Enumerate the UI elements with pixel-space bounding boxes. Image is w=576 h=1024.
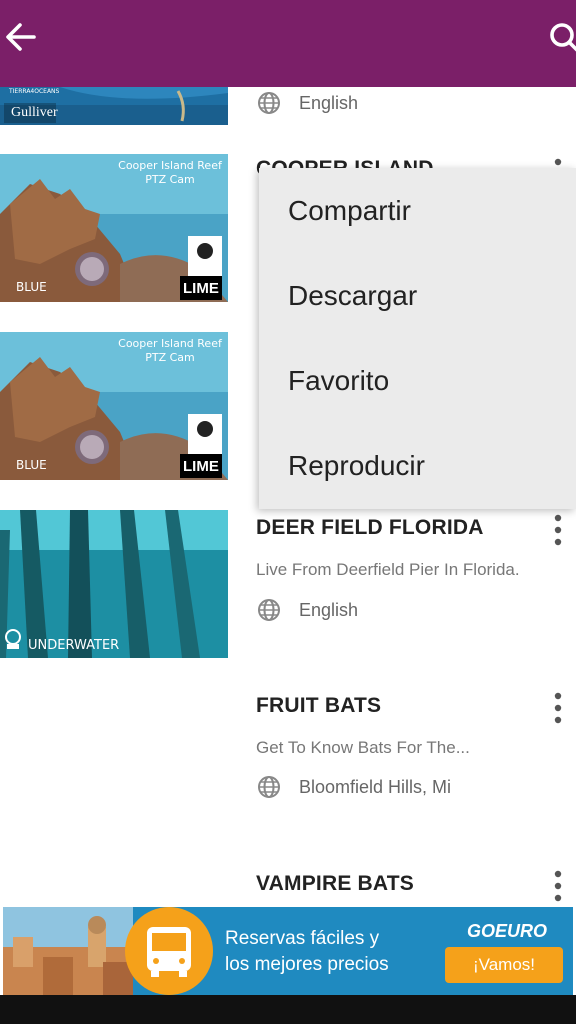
video-thumbnail[interactable]: UNDERWATER <box>0 510 228 658</box>
video-thumbnail[interactable]: Cooper Island Reef PTZ Cam BLUE LIME <box>0 154 228 302</box>
thumbnail-caption: Gulliver <box>11 105 58 120</box>
bus-icon <box>125 907 213 995</box>
thumbnail-brand: BLUE <box>16 458 47 472</box>
globe-icon <box>258 599 280 621</box>
thumbnail-caption: UNDERWATER <box>28 638 120 653</box>
globe-icon <box>258 92 280 114</box>
diver-icon <box>5 629 21 649</box>
menu-item-play[interactable]: Reproducir <box>259 423 576 508</box>
location-row: Bloomfield Hills, Mi <box>256 774 451 800</box>
ad-city-image <box>3 907 133 995</box>
video-description: Live From Deerfield Pier In Florida. <box>256 560 520 579</box>
menu-item-share[interactable]: Compartir <box>259 168 576 253</box>
globe-icon <box>258 776 280 798</box>
video-title[interactable]: VAMPIRE BATS <box>256 872 414 896</box>
location-text: Bloomfield Hills, Mi <box>299 776 452 797</box>
app-bar <box>0 0 576 87</box>
location-text: English <box>299 599 359 620</box>
thumbnail-overlay: Cooper Island Reef PTZ Cam <box>118 337 222 364</box>
video-title[interactable]: FRUIT BATS <box>256 694 381 718</box>
system-nav-bar <box>0 995 576 1024</box>
menu-item-download[interactable]: Descargar <box>259 253 576 338</box>
location-row: English <box>256 597 358 623</box>
more-vert-icon[interactable] <box>548 691 568 725</box>
thumbnail-brand: BLUE <box>16 280 47 294</box>
location-row: English <box>256 90 358 116</box>
thumbnail-badge: LIME <box>183 280 219 297</box>
more-vert-icon[interactable] <box>548 869 568 903</box>
search-icon[interactable] <box>546 20 576 54</box>
thumbnail-logo: TIERRA4OCEANS <box>9 88 60 95</box>
ad-brand-logo: GOEURO <box>467 921 548 941</box>
location-text: English <box>299 92 359 113</box>
thumbnail-badge: LIME <box>183 458 219 475</box>
thumbnail-overlay: Cooper Island Reef PTZ Cam <box>118 159 222 186</box>
video-description: Get To Know Bats For The... <box>256 738 470 757</box>
arrow-left-icon[interactable] <box>4 20 38 54</box>
ad-headline: Reservas fáciles y <box>225 928 380 949</box>
popup-menu: Compartir Descargar Favorito Reproducir <box>259 168 576 509</box>
ad-cta-button[interactable]: ¡Vamos! <box>445 947 563 983</box>
video-thumbnail[interactable]: TIERRA4OCEANS Gulliver <box>0 87 228 125</box>
more-vert-icon[interactable] <box>548 513 568 547</box>
video-title[interactable]: DEER FIELD FLORIDA <box>256 516 484 540</box>
ad-banner[interactable]: Reservas fáciles y los mejores precios G… <box>3 907 573 995</box>
menu-item-favorite[interactable]: Favorito <box>259 338 576 423</box>
video-thumbnail[interactable]: Cooper Island Reef PTZ Cam BLUE LIME <box>0 332 228 480</box>
ad-subheadline: los mejores precios <box>225 954 389 975</box>
